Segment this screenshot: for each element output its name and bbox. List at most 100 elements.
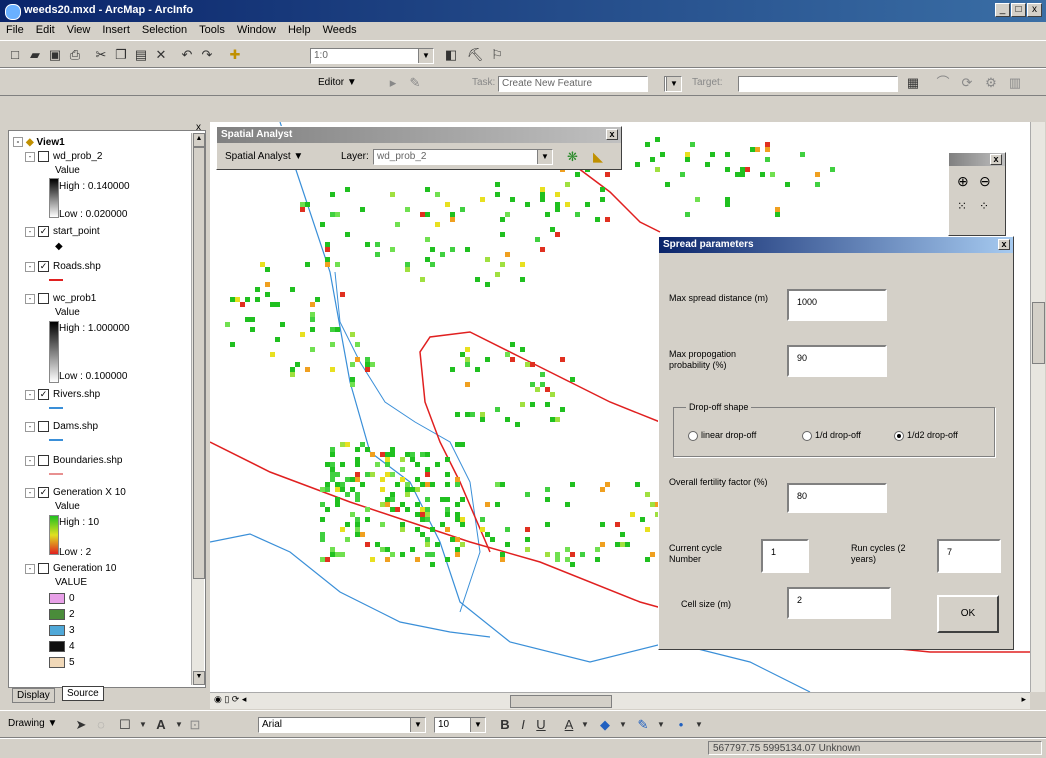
layer-checkbox[interactable]: ✓ [38, 389, 49, 400]
layer-checkbox[interactable] [38, 421, 49, 432]
menu-view[interactable]: View [61, 22, 97, 38]
collapse-icon[interactable]: - [25, 487, 35, 498]
layer-checkbox[interactable] [38, 151, 49, 162]
toc-layer[interactable]: - wd_prob_2 [25, 151, 102, 162]
chevron-down-icon[interactable]: ▼ [690, 716, 708, 734]
menu-tools[interactable]: Tools [193, 22, 231, 38]
cycle-input[interactable]: 1 [761, 539, 809, 573]
histogram-icon[interactable]: ❋ [567, 149, 578, 165]
chevron-down-icon[interactable]: ▼ [470, 718, 485, 732]
edit-tool-icon[interactable]: ▸ [384, 74, 402, 92]
toc-layer[interactable]: - wc_prob1 [25, 293, 96, 304]
bold-icon[interactable]: B [496, 716, 514, 734]
scroll-down-icon[interactable]: ▼ [193, 671, 205, 685]
zoom-out-icon[interactable]: ⊖ [979, 173, 991, 190]
drawing-menu[interactable]: Drawing ▼ [8, 718, 57, 729]
collapse-icon[interactable]: - [25, 226, 35, 237]
text-tool-icon[interactable]: A [152, 716, 170, 734]
close-icon[interactable]: x [606, 129, 618, 140]
layer-combo[interactable]: wd_prob_2 ▼ [373, 149, 553, 165]
radio-icon[interactable] [802, 430, 812, 441]
fixed-zoom-in-icon[interactable]: ⁙ [957, 199, 967, 213]
chevron-down-icon[interactable]: ▼ [418, 49, 433, 63]
layer-checkbox[interactable] [38, 563, 49, 574]
sketch-tool-icon[interactable]: ✎ [406, 74, 424, 92]
collapse-icon[interactable]: - [25, 421, 35, 432]
menu-window[interactable]: Window [231, 22, 282, 38]
delete-icon[interactable]: ✕ [152, 46, 170, 64]
radio-icon[interactable] [688, 430, 698, 441]
line-color-icon[interactable]: ✎ [634, 716, 652, 734]
menu-edit[interactable]: Edit [30, 22, 61, 38]
toc-layer[interactable]: - ✓ Generation X 10 [25, 487, 126, 498]
folder-icon[interactable]: ◣ [593, 149, 603, 165]
redo-icon[interactable]: ↷ [198, 46, 216, 64]
scroll-thumb[interactable] [193, 147, 205, 579]
paste-icon[interactable]: ▤ [132, 46, 150, 64]
whats-this-icon[interactable]: ⚐ [488, 46, 506, 64]
chevron-down-icon[interactable]: ▼ [537, 150, 552, 164]
toc-layer[interactable]: - Dams.shp [25, 421, 98, 432]
open-icon[interactable]: ▰ [26, 46, 44, 64]
collapse-icon[interactable]: - [25, 293, 35, 304]
layer-checkbox[interactable]: ✓ [38, 487, 49, 498]
toc-layer[interactable]: - ✓ Rivers.shp [25, 389, 100, 400]
print-icon[interactable]: ⎙ [66, 46, 84, 64]
minimize-button[interactable]: _ [995, 3, 1010, 17]
layer-checkbox[interactable] [38, 293, 49, 304]
chevron-down-icon[interactable]: ▼ [134, 716, 152, 734]
target-combo[interactable] [738, 76, 898, 92]
fill-color-icon[interactable]: ◆ [596, 716, 614, 734]
menu-insert[interactable]: Insert [96, 22, 136, 38]
save-icon[interactable]: ▣ [46, 46, 64, 64]
select-elements-icon[interactable]: ➤ [72, 716, 90, 734]
max-prop-input[interactable]: 90 [787, 345, 887, 377]
toc-scrollbar[interactable]: ▲ ▼ [191, 133, 205, 685]
layer-checkbox[interactable] [38, 455, 49, 466]
rotate-icon[interactable]: ◌ [92, 716, 110, 734]
close-icon[interactable]: x [990, 154, 1002, 165]
ok-button[interactable]: OK [937, 595, 999, 633]
task-dropdown[interactable]: ▼ [664, 76, 682, 92]
toc-root[interactable]: - ◆ View1 [13, 137, 65, 148]
menu-weeds[interactable]: Weeds [317, 22, 363, 38]
toc-layer[interactable]: - ✓ start_point [25, 226, 100, 237]
radio-1d2[interactable]: 1/d2 drop-off [894, 430, 958, 441]
map-horizontal-scrollbar[interactable]: ◉ ▯ ⟳ ◂ ▸ [210, 692, 1030, 709]
new-icon[interactable]: □ [6, 46, 24, 64]
scroll-thumb[interactable] [1032, 302, 1045, 364]
scale-combo[interactable]: 1:0 ▼ [310, 48, 434, 64]
collapse-icon[interactable]: - [25, 455, 35, 466]
edit-vertices-icon[interactable]: ⊡ [186, 716, 204, 734]
radio-1d[interactable]: 1/d drop-off [802, 430, 861, 441]
fixed-zoom-out-icon[interactable]: ⁘ [979, 199, 989, 213]
chevron-down-icon[interactable]: ▼ [652, 716, 670, 734]
undo-icon[interactable]: ↶ [178, 46, 196, 64]
rotate-tool-icon[interactable]: ⟳ [958, 74, 976, 92]
attributes-window-icon[interactable]: ▥ [1006, 74, 1024, 92]
run-input[interactable]: 7 [937, 539, 1001, 573]
font-combo[interactable]: Arial ▼ [258, 717, 426, 733]
collapse-icon[interactable]: - [25, 563, 35, 574]
radio-linear[interactable]: linear drop-off [688, 430, 756, 441]
chevron-down-icon[interactable]: ▼ [410, 718, 425, 732]
italic-icon[interactable]: I [514, 716, 532, 734]
collapse-icon[interactable]: - [25, 151, 35, 162]
tab-display[interactable]: Display [12, 688, 55, 703]
maximize-button[interactable]: □ [1011, 3, 1026, 17]
scroll-right-icon[interactable]: ▸ [1021, 694, 1026, 705]
collapse-icon[interactable]: - [13, 137, 23, 148]
editor-menu[interactable]: Editor ▼ [318, 77, 357, 88]
toc-close-icon[interactable]: x [196, 122, 201, 133]
cell-size-input[interactable]: 2 [787, 587, 891, 619]
menu-file[interactable]: File [0, 22, 30, 38]
menu-selection[interactable]: Selection [136, 22, 193, 38]
toc-layer[interactable]: - Boundaries.shp [25, 455, 123, 466]
toc-layer[interactable]: - Generation 10 [25, 563, 116, 574]
underline-icon[interactable]: U [532, 716, 550, 734]
layer-checkbox[interactable]: ✓ [38, 226, 49, 237]
fertility-input[interactable]: 80 [787, 483, 887, 513]
close-icon[interactable]: x [998, 239, 1010, 250]
scroll-up-icon[interactable]: ▲ [193, 133, 205, 147]
arctoolbox-icon[interactable]: ⛏ [466, 46, 484, 64]
